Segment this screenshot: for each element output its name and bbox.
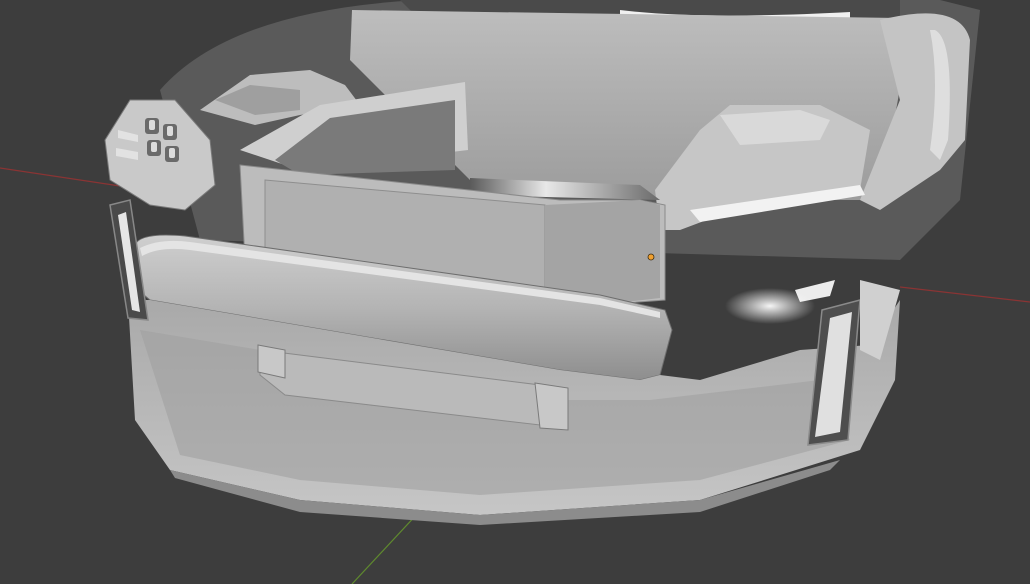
x-axis-line-right bbox=[899, 286, 1030, 303]
x-axis-line bbox=[0, 167, 121, 187]
viewport-canvas[interactable] bbox=[0, 0, 1030, 584]
origin-dot-icon[interactable] bbox=[647, 253, 655, 261]
right-arm-top bbox=[720, 110, 830, 145]
lower-vent-post-right bbox=[534, 382, 569, 431]
glare-streak bbox=[795, 280, 835, 302]
3d-viewport[interactable] bbox=[0, 0, 1030, 584]
lower-vent-post-left bbox=[257, 344, 286, 379]
car-front-model[interactable] bbox=[104, 0, 980, 525]
